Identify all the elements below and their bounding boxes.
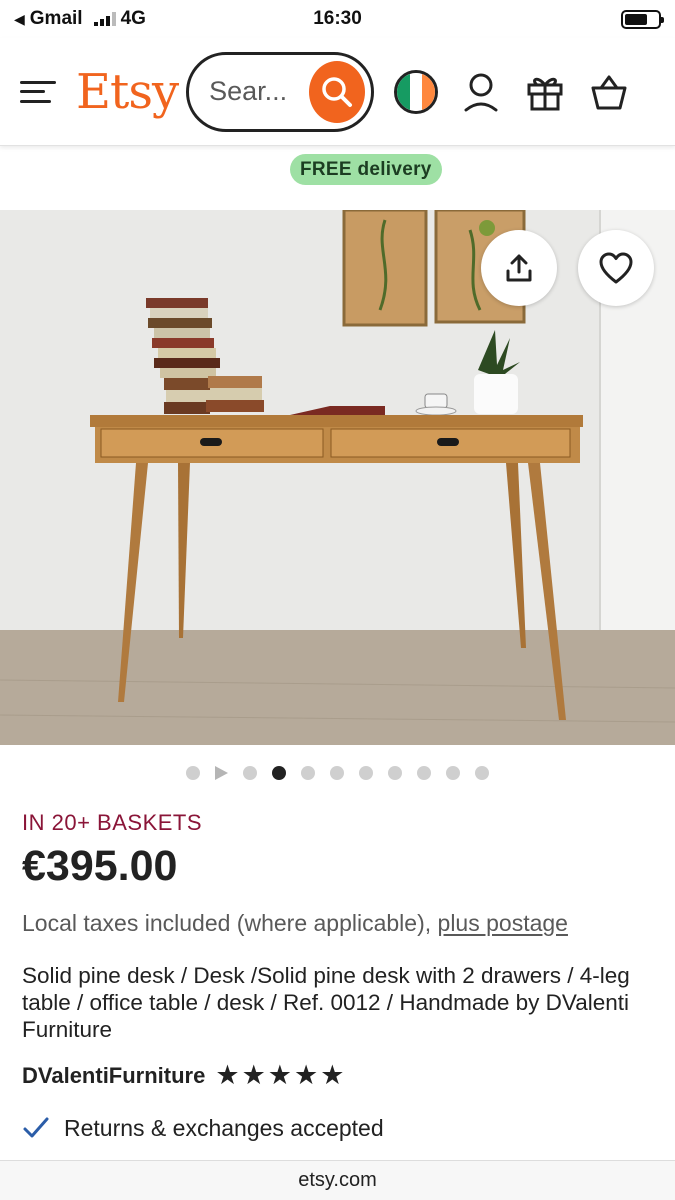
shop-name-link[interactable]: DValentiFurniture bbox=[22, 1063, 205, 1089]
video-play-icon[interactable] bbox=[215, 766, 228, 780]
baskets-count: IN 20+ BASKETS bbox=[22, 810, 203, 835]
pagination-dot[interactable] bbox=[186, 766, 200, 780]
status-left: ◀ Gmail 4G bbox=[14, 8, 146, 30]
desk-photo bbox=[0, 210, 675, 745]
star-icon: ★ bbox=[267, 1060, 293, 1090]
star-icon: ★ bbox=[241, 1060, 266, 1090]
pagination-dot[interactable] bbox=[301, 766, 315, 780]
site-header: Etsy bbox=[0, 38, 675, 146]
returns-text: Returns & exchanges accepted bbox=[64, 1114, 384, 1141]
battery-icon bbox=[621, 9, 664, 29]
carrier-label[interactable]: Gmail bbox=[30, 8, 83, 30]
pagination-dot[interactable] bbox=[330, 766, 344, 780]
search-icon bbox=[322, 76, 353, 107]
back-arrow-icon[interactable]: ◀ bbox=[14, 11, 25, 28]
rating-stars[interactable]: ★ ★ ★ ★ ★ bbox=[215, 1062, 344, 1089]
search-input[interactable] bbox=[209, 76, 310, 107]
search-bar[interactable] bbox=[186, 51, 375, 132]
star-icon: ★ bbox=[215, 1060, 240, 1090]
url-bar[interactable]: etsy.com bbox=[0, 1160, 675, 1200]
pagination-dot[interactable] bbox=[417, 766, 431, 780]
star-icon: ★ bbox=[320, 1060, 345, 1090]
returns-info: Returns & exchanges accepted bbox=[22, 1114, 384, 1142]
shop-row: DValentiFurniture ★ ★ ★ ★ ★ bbox=[22, 1062, 344, 1089]
checkmark-icon bbox=[22, 1114, 50, 1142]
basket-icon[interactable] bbox=[588, 71, 630, 113]
gift-icon[interactable] bbox=[524, 71, 566, 113]
url-text: etsy.com bbox=[298, 1169, 377, 1191]
pagination-dot[interactable] bbox=[388, 766, 402, 780]
pagination-dot-active[interactable] bbox=[272, 766, 286, 780]
menu-icon[interactable] bbox=[20, 77, 56, 107]
account-icon[interactable] bbox=[460, 71, 502, 113]
share-icon bbox=[506, 254, 532, 282]
free-delivery-badge: FREE delivery bbox=[290, 154, 442, 185]
ireland-flag-icon[interactable] bbox=[394, 69, 439, 114]
pagination-dot[interactable] bbox=[359, 766, 373, 780]
network-label: 4G bbox=[120, 8, 146, 29]
product-image[interactable] bbox=[0, 210, 675, 745]
plus-postage-link[interactable]: plus postage bbox=[438, 910, 568, 936]
signal-icon bbox=[93, 12, 116, 26]
share-button[interactable] bbox=[481, 230, 557, 306]
pagination-dot[interactable] bbox=[243, 766, 257, 780]
status-bar: ◀ Gmail 4G 16:30 bbox=[0, 0, 675, 38]
search-button[interactable] bbox=[309, 60, 366, 123]
image-pagination bbox=[186, 766, 489, 780]
taxes-text: Local taxes included (where applicable), bbox=[22, 910, 432, 936]
status-time: 16:30 bbox=[313, 8, 362, 29]
etsy-logo[interactable]: Etsy bbox=[76, 64, 179, 120]
taxes-note: Local taxes included (where applicable),… bbox=[22, 910, 568, 937]
pagination-dot[interactable] bbox=[475, 766, 489, 780]
product-title: Solid pine desk / Desk /Solid pine desk … bbox=[22, 963, 630, 1042]
product-price: €395.00 bbox=[22, 842, 178, 890]
pagination-dot[interactable] bbox=[446, 766, 460, 780]
favorite-button[interactable] bbox=[578, 230, 654, 306]
heart-icon bbox=[599, 252, 633, 284]
star-icon: ★ bbox=[294, 1060, 319, 1090]
